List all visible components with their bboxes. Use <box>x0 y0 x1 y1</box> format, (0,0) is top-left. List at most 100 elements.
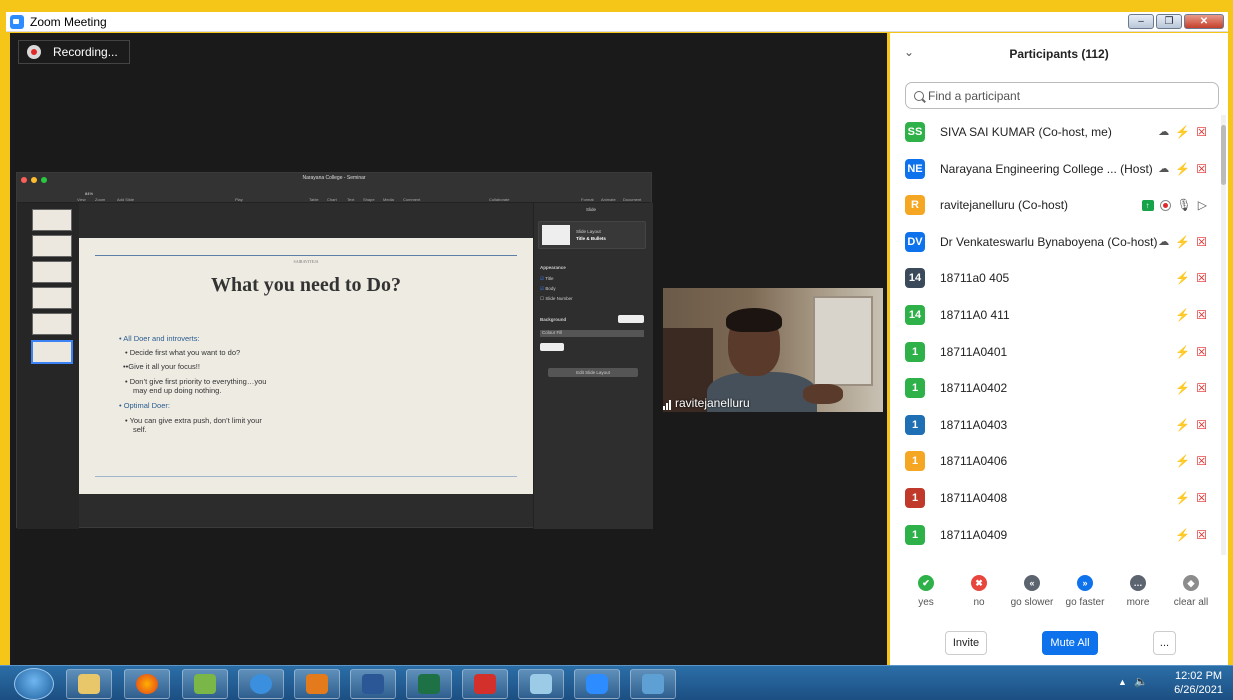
video-off-icon[interactable]: ☒ <box>1196 162 1207 176</box>
tool-animate: Animate <box>601 197 616 202</box>
slide-bullet: • All Doer and introverts: <box>119 334 200 343</box>
avatar: SS <box>905 122 925 142</box>
format-inspector: Slide Slide Layout Title & Bullets Appea… <box>533 203 653 529</box>
tray-expand-icon[interactable]: ▲ <box>1118 677 1127 687</box>
slide-bullet: • Don’t give first priority to everythin… <box>125 377 267 386</box>
participant-row[interactable]: DV Dr Venkateswarlu Bynaboyena (Co-host) ☁… <box>890 224 1220 260</box>
option-slide-number: ☐ Slide Number <box>540 296 573 301</box>
avatar: DV <box>905 231 925 252</box>
edit-slide-layout-button: Edit Slide Layout <box>548 368 638 377</box>
video-off-icon[interactable]: ☒ <box>1196 235 1207 249</box>
mute-all-button[interactable]: Mute All <box>1042 631 1098 655</box>
layout-label: Slide Layout <box>576 229 601 234</box>
reaction-more[interactable]: … more <box>1110 575 1166 608</box>
video-off-icon[interactable]: ☒ <box>1196 345 1207 359</box>
slide-thumbnail <box>32 313 72 335</box>
media-player-icon[interactable] <box>294 669 340 699</box>
paint-brush-icon[interactable] <box>518 669 564 699</box>
firefox-icon[interactable] <box>124 669 170 699</box>
share-screen-icon: ↑ <box>1141 199 1154 211</box>
video-off-icon[interactable]: ☒ <box>1196 381 1207 395</box>
participant-row[interactable]: SS SIVA SAI KUMAR (Co-host, me) ☁ ⚡ ☒ <box>890 114 1220 150</box>
video-off-icon[interactable]: ☒ <box>1196 454 1207 468</box>
participant-row[interactable]: 1 18711A0402 ⚡ ☒ <box>890 370 1220 406</box>
word-icon[interactable] <box>350 669 396 699</box>
tool-zoom: Zoom <box>95 197 106 202</box>
camera-thumbnail[interactable] <box>663 288 883 412</box>
tool-media: Media <box>383 197 394 202</box>
tool-format: Format <box>581 197 594 202</box>
participant-row[interactable]: 14 18711A0 411 ⚡ ☒ <box>890 297 1220 333</box>
participant-name: 18711A0401 <box>940 344 1008 359</box>
participant-name: 18711A0 411 <box>940 308 1010 322</box>
restore-button[interactable]: ❐ <box>1156 14 1182 29</box>
recording-indicator[interactable]: Recording... <box>18 40 130 64</box>
participant-row[interactable]: Rravitejanelluru (Co-host) ↑ 🎙 ▷ <box>890 187 1220 223</box>
start-button[interactable] <box>14 668 54 700</box>
participant-row[interactable]: 14 18711a0 405 ⚡ ☒ <box>890 260 1220 296</box>
microphone-muted-icon[interactable]: ⚡ <box>1175 454 1190 468</box>
video-off-icon[interactable]: ☒ <box>1196 125 1207 139</box>
slide-thumbnail <box>32 287 72 309</box>
search-input[interactable]: Find a participant <box>905 82 1219 109</box>
slide-canvas: SAIRAVITEJA What you need to Do? • All D… <box>79 238 533 494</box>
keynote-doc-title: Narayana College - Seminar <box>302 175 366 181</box>
participant-row[interactable]: NE Narayana Engineering College ... (Host… <box>890 151 1220 187</box>
acrobat-icon[interactable] <box>462 669 508 699</box>
slide-bullet: self. <box>133 425 147 434</box>
cloud-recording-icon: ☁ <box>1158 126 1170 138</box>
microphone-muted-icon[interactable]: ⚡ <box>1175 308 1190 322</box>
participant-row[interactable]: 1 18711A0406 ⚡ ☒ <box>890 443 1220 479</box>
microphone-muted-icon[interactable]: ⚡ <box>1175 125 1190 139</box>
reaction-go-slower[interactable]: « go slower <box>1004 575 1060 608</box>
participant-row[interactable]: 1 18711A0403 ⚡ ☒ <box>890 407 1220 443</box>
microphone-icon[interactable]: 🎙 <box>1177 198 1192 212</box>
video-icon[interactable]: ▷ <box>1198 198 1207 212</box>
recording-icon <box>27 45 41 59</box>
image-viewer-icon[interactable] <box>630 669 676 699</box>
tool-shape: Shape <box>363 197 375 202</box>
microphone-muted-icon[interactable]: ⚡ <box>1175 162 1190 176</box>
microphone-muted-icon[interactable]: ⚡ <box>1175 491 1190 505</box>
participant-name: 18711A0408 <box>940 491 1008 505</box>
video-off-icon[interactable]: ☒ <box>1196 528 1207 542</box>
more-options-button[interactable]: ... <box>1153 631 1176 655</box>
reaction-no[interactable]: ✖ no <box>951 575 1007 608</box>
minimize-button[interactable]: – <box>1128 14 1154 29</box>
reaction-label: more <box>1126 597 1150 608</box>
inspector-tab: Slide <box>586 207 597 212</box>
microphone-muted-icon[interactable]: ⚡ <box>1175 271 1190 285</box>
video-off-icon[interactable]: ☒ <box>1196 308 1207 322</box>
excel-icon[interactable] <box>406 669 452 699</box>
paint-icon[interactable] <box>182 669 228 699</box>
option-body: ☑ Body <box>540 286 556 291</box>
signal-strength-icon <box>663 399 671 410</box>
reaction-go-faster[interactable]: » go faster <box>1057 575 1113 608</box>
reaction-clear-all[interactable]: ◆ clear all <box>1163 575 1219 608</box>
microphone-muted-icon[interactable]: ⚡ <box>1175 418 1190 432</box>
participant-row[interactable]: 1 18711A0401 ⚡ ☒ <box>890 334 1220 370</box>
microphone-muted-icon[interactable]: ⚡ <box>1175 381 1190 395</box>
participant-scrollbar[interactable] <box>1221 115 1226 555</box>
reaction-yes[interactable]: ✔ yes <box>898 575 954 608</box>
file-explorer-icon[interactable] <box>66 669 112 699</box>
microphone-muted-icon[interactable]: ⚡ <box>1175 528 1190 542</box>
zoom-taskbar-icon[interactable] <box>574 669 620 699</box>
video-off-icon[interactable]: ☒ <box>1196 418 1207 432</box>
microphone-muted-icon[interactable]: ⚡ <box>1175 345 1190 359</box>
participant-row[interactable]: 1 18711A0408 ⚡ ☒ <box>890 480 1220 516</box>
participant-row[interactable]: 1 18711A0409 ⚡ ☒ <box>890 517 1220 553</box>
reaction-label: no <box>973 597 985 608</box>
chevron-down-icon[interactable]: ⌄ <box>904 45 914 59</box>
microphone-muted-icon[interactable]: ⚡ <box>1175 235 1190 249</box>
video-off-icon[interactable]: ☒ <box>1196 491 1207 505</box>
video-off-icon[interactable]: ☒ <box>1196 271 1207 285</box>
participant-name: Dr Venkateswarlu Bynaboyena (Co-host) <box>940 234 1158 249</box>
internet-explorer-icon[interactable] <box>238 669 284 699</box>
shared-keynote-window: Narayana College - Seminar 84% View Zoom… <box>16 172 653 529</box>
close-button[interactable]: ✕ <box>1184 14 1224 29</box>
volume-icon[interactable]: 🔈 <box>1134 675 1148 688</box>
option-title: ☑ Title <box>540 276 554 281</box>
clock[interactable]: 12:02 PM 6/26/2021 <box>1174 669 1223 697</box>
invite-button[interactable]: Invite <box>945 631 987 655</box>
